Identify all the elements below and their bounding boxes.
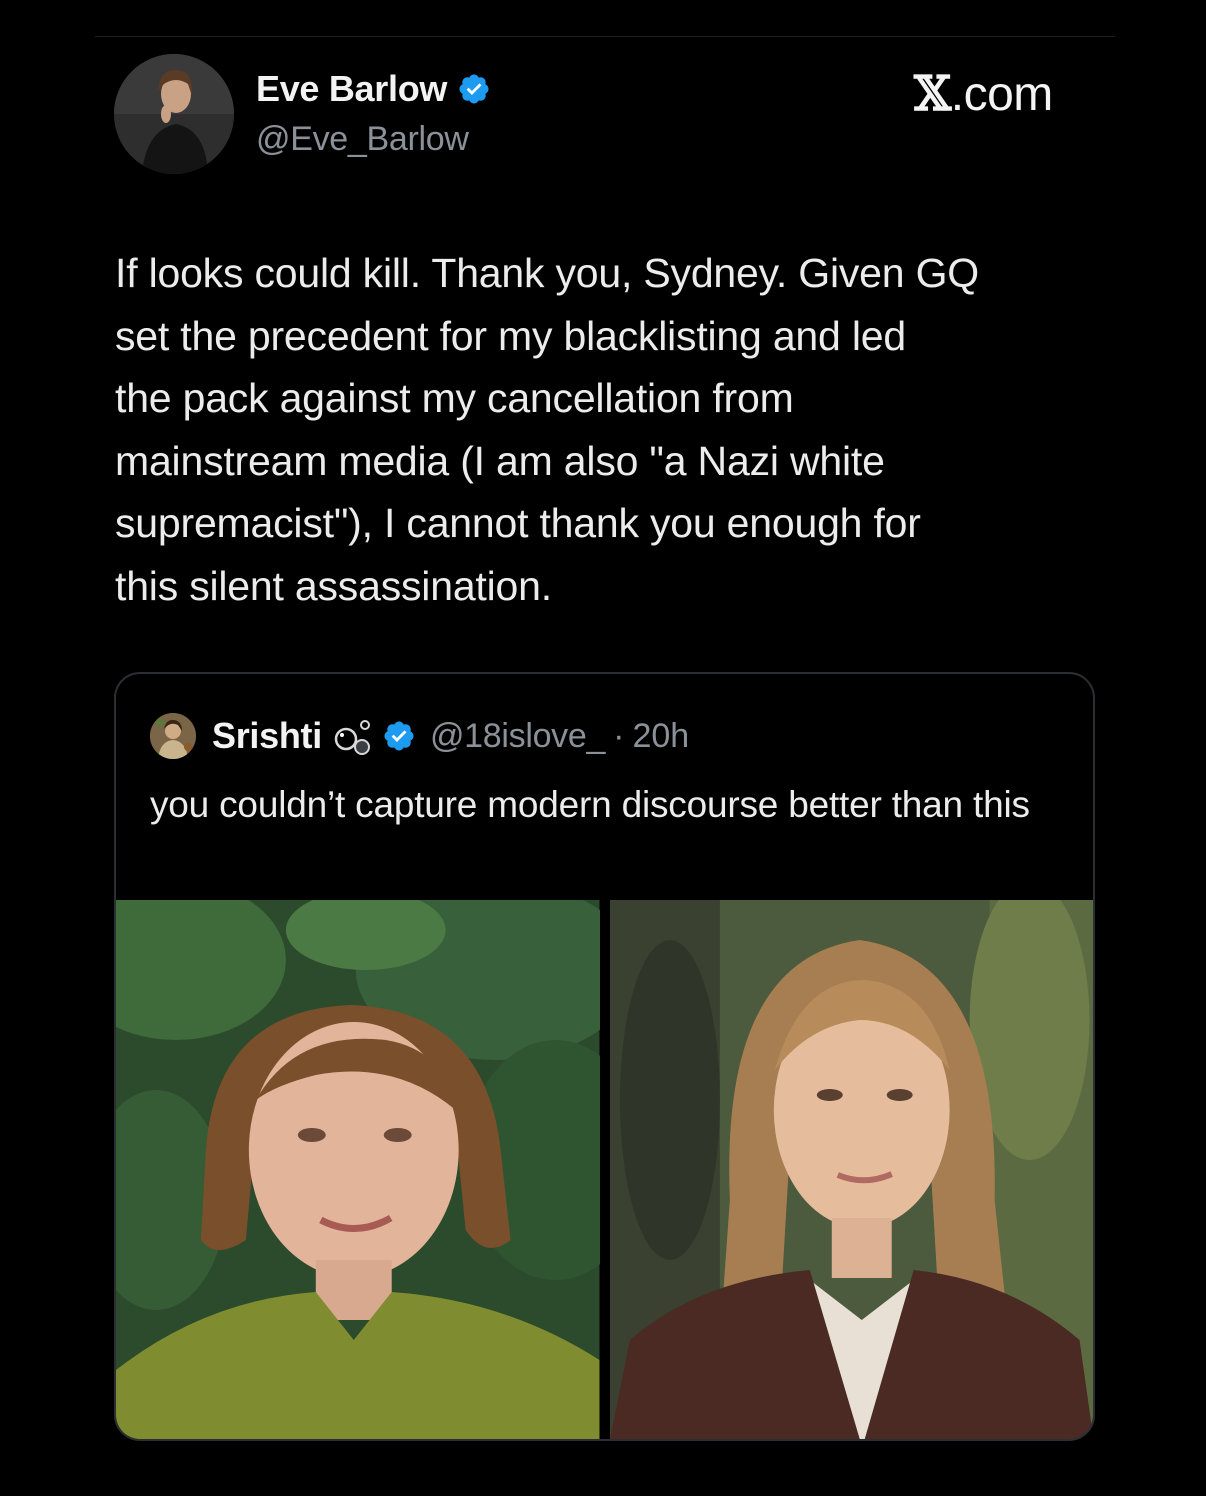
top-divider (95, 36, 1115, 37)
author-avatar[interactable] (114, 54, 234, 174)
x-com-brand: 𝕏.com (914, 66, 1053, 122)
quoted-author-name[interactable]: Srishti (212, 715, 322, 757)
quoted-author-avatar[interactable] (150, 713, 196, 759)
author-handle[interactable]: @Eve_Barlow (256, 120, 469, 159)
author-name-row[interactable]: Eve Barlow (256, 68, 491, 110)
verified-badge-icon (459, 74, 489, 104)
verified-badge-icon (384, 721, 414, 751)
media-image-right[interactable] (609, 900, 1093, 1439)
quoted-tweet-media (116, 900, 1093, 1439)
meta-separator: · (613, 716, 625, 755)
bubbles-icon (334, 720, 370, 755)
avatar-photo-icon (150, 713, 196, 759)
quoted-tweet-card[interactable]: Srishti @18islove_ · 20h you couldn’t ca… (114, 672, 1095, 1441)
quoted-tweet-header: Srishti @18islove_ · 20h (150, 713, 689, 759)
author-display-name[interactable]: Eve Barlow (256, 68, 447, 110)
quoted-tweet-text: you couldn’t capture modern discourse be… (150, 784, 1030, 825)
tweet-text: If looks could kill. Thank you, Sydney. … (115, 250, 979, 609)
quoted-tweet-timestamp[interactable]: 20h (632, 717, 689, 756)
woman-in-green-sweater-photo (116, 900, 600, 1439)
x-logo-icon: 𝕏 (914, 66, 951, 122)
brand-domain: .com (950, 68, 1054, 121)
media-image-left[interactable] (116, 900, 600, 1439)
avatar-photo-icon (114, 54, 234, 174)
quoted-author-handle[interactable]: @18islove_ (430, 717, 605, 756)
woman-in-leather-jacket-photo (609, 900, 1093, 1439)
